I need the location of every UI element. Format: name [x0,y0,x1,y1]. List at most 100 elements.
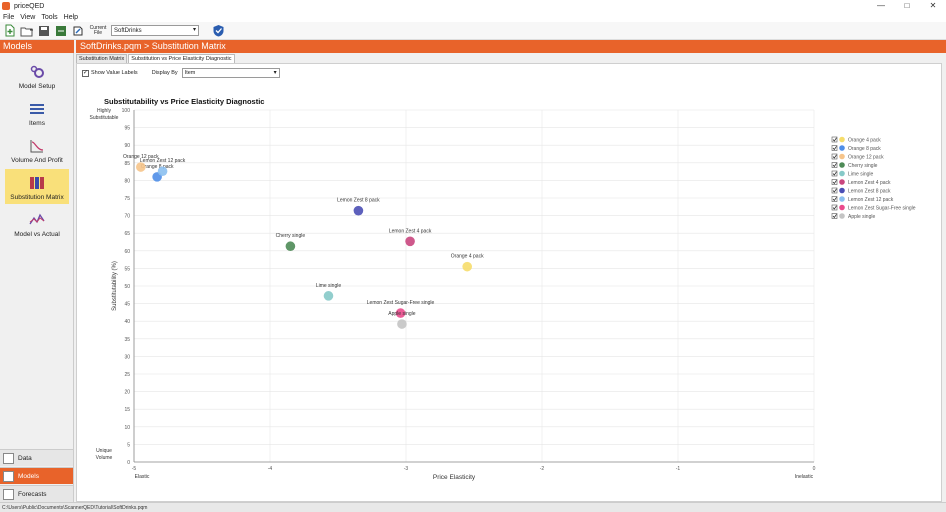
current-file-select[interactable]: SoftDrinks ▾ [111,25,199,36]
window-controls: — □ ✕ [868,0,946,12]
sidebar-item-label: Model vs Actual [14,231,60,238]
view-tabs: Substitution Matrix Substitution vs Pric… [76,54,236,63]
save-button[interactable] [37,24,51,38]
legend-entry: Lime single [848,172,874,178]
scatter-chart: Substitutability vs Price Elasticity Dia… [90,97,916,481]
export-icon [56,25,66,36]
y-tick-label: 75 [124,196,130,202]
data-point-label: Lemon Zest Sugar-Free single [367,300,435,306]
y-tick-label: 10 [124,425,130,431]
x-tick-label: 0 [813,466,816,472]
y-bottom-annotation: Unique Volume [96,448,113,461]
legend-swatch [839,170,845,177]
new-file-button[interactable] [3,24,17,38]
menu-tools[interactable]: Tools [38,14,60,21]
legend-swatch [839,153,845,160]
legend-entry: Orange 8 pack [848,146,881,152]
menu-view[interactable]: View [17,14,38,21]
chevron-down-icon: ▾ [273,70,277,76]
export-button[interactable] [54,24,68,38]
data-point [405,236,415,247]
sidebar-item-items[interactable]: Items [5,95,69,130]
y-tick-label: 65 [124,231,130,237]
forecasts-icon [3,488,14,500]
y-tick-label: 70 [124,214,130,220]
validate-button[interactable] [211,24,225,38]
legend-entry: Apple single [848,214,875,220]
show-value-labels-checkbox[interactable]: ✓ [82,69,89,77]
data-point [285,241,296,252]
x-tick-label: -3 [404,466,409,472]
y-tick-label: 85 [124,161,130,167]
app-logo-icon [2,2,10,10]
legend-swatch [839,204,845,211]
legend-swatch [839,187,845,194]
sidebar: Model Setup Items Volume And Profit Subs… [0,53,74,502]
y-tick-label: 55 [124,266,130,272]
models-icon [3,470,14,482]
y-tick-label: 80 [124,178,130,184]
new-file-icon [5,24,15,37]
y-tick-label: 45 [124,302,130,308]
x-right-annotation: Inelastic [795,474,814,480]
sidebar-item-label: Substitution Matrix [10,194,64,201]
tab-substitution-matrix[interactable]: Substitution Matrix [76,54,128,63]
x-tick-label: -5 [132,466,137,472]
y-tick-label: 100 [122,108,131,114]
menu-file[interactable]: File [0,14,17,21]
chart-grid [133,109,815,463]
chart-panel: Substitutability vs Price Elasticity Dia… [82,84,940,501]
legend-entry: Lemon Zest Sugar-Free single [848,206,916,212]
bottom-tab-label: Forecasts [18,490,47,498]
show-value-labels-label: Show Value Labels [91,70,138,76]
y-tick-label: 15 [124,407,130,413]
volume-profit-icon [29,138,45,154]
sidebar-item-model-vs-actual[interactable]: Model vs Actual [5,206,69,241]
sidebar-item-substitution-matrix[interactable]: Substitution Matrix [5,169,69,204]
bottom-tab-forecasts[interactable]: Forecasts [0,485,73,502]
data-point [353,205,364,216]
sidebar-item-label: Model Setup [18,83,56,90]
bottom-tab-models[interactable]: Models [0,467,73,484]
open-file-button[interactable] [20,24,34,38]
legend-entry: Orange 4 pack [848,138,881,144]
data-point-label: Lime single [316,283,342,289]
menu-help[interactable]: Help [61,14,81,21]
substitution-matrix-icon [29,175,45,191]
app-title: priceQED [14,2,45,10]
legend-swatch [839,179,845,185]
data-point-label: Lemon Zest 4 pack [389,228,432,234]
data-point-label: Orange 8 pack [141,164,174,170]
bottom-tab-data[interactable]: Data [0,449,73,466]
minimize-button[interactable]: — [868,0,894,12]
sidebar-item-model-setup[interactable]: Model Setup [5,58,69,93]
content-panel: ✓ Show Value Labels Display By Item ▾ Su… [76,63,942,502]
sidebar-item-label: Items [29,120,45,127]
y-tick-label: 0 [127,460,130,466]
tab-substitution-vs-price-elasticity[interactable]: Substitution vs Price Elasticity Diagnos… [128,54,235,63]
data-point-label: Cherry single [276,233,306,239]
y-tick-label: 90 [124,143,130,149]
close-button[interactable]: ✕ [920,0,946,12]
current-file-value: SoftDrinks [114,27,142,34]
toolbar: Current File SoftDrinks ▾ [0,22,946,40]
maximize-button[interactable]: □ [894,0,920,12]
data-point [157,166,168,177]
y-tick-label: 5 [127,442,130,448]
data-point-label: Lemon Zest 8 pack [337,198,380,204]
model-vs-actual-icon [29,212,45,228]
save-icon [39,25,49,36]
models-panel-header: Models [0,40,74,53]
data-point [462,261,473,272]
legend-swatch [839,145,845,151]
legend-swatch [839,196,845,202]
folder-open-icon [20,27,33,36]
sidebar-item-volume-and-profit[interactable]: Volume And Profit [5,132,69,167]
display-by-select[interactable]: Item ▾ [181,68,280,78]
data-icon [3,452,14,464]
legend-entry: Lemon Zest 8 pack [848,189,891,195]
data-point-label: Orange 4 pack [451,254,484,260]
shield-check-icon [213,25,223,37]
legend-entry: Lemon Zest 12 pack [848,197,894,203]
share-button[interactable] [71,24,85,38]
